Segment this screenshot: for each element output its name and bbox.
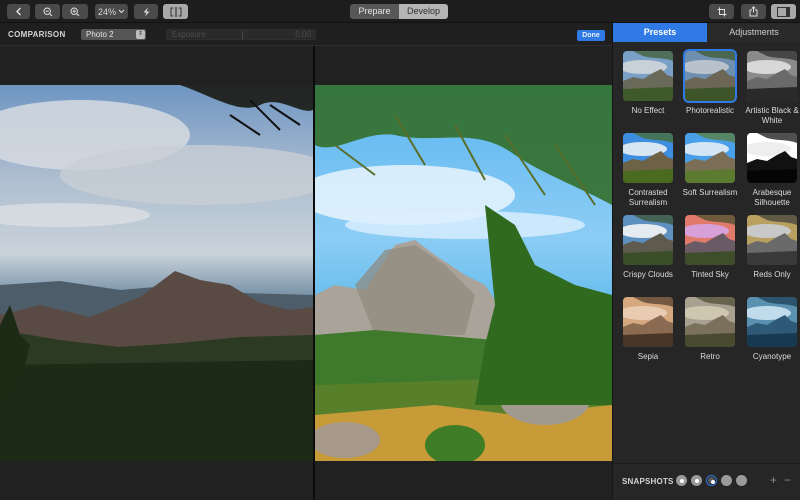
preset-label: Reds Only <box>753 270 791 279</box>
snapshot-1[interactable] <box>676 475 687 486</box>
slider-center-tick <box>242 31 243 39</box>
zoom-out-button[interactable] <box>35 4 60 19</box>
image-canvas <box>0 46 612 500</box>
preset-thumbnail <box>747 297 797 347</box>
preset-soft-surrealism[interactable]: Soft Surrealism <box>679 131 741 198</box>
snapshot-5[interactable] <box>736 475 747 486</box>
zoom-in-icon <box>70 6 80 16</box>
preset-label: Tinted Sky <box>691 270 729 279</box>
preset-arabesque-silhouette[interactable]: Arabesque Silhouette <box>741 131 800 208</box>
tab-prepare[interactable]: Prepare <box>350 4 399 19</box>
snapshot-3[interactable] <box>706 475 717 486</box>
share-button[interactable] <box>741 4 766 19</box>
add-snapshot-button[interactable]: + <box>770 473 777 487</box>
preset-thumbnail <box>623 297 673 347</box>
zoom-level: 24% <box>97 6 116 17</box>
preset-thumbnail-frame <box>621 49 675 103</box>
zoom-in-button[interactable] <box>62 4 88 19</box>
preset-contrasted-surrealism[interactable]: Contrasted Surrealism <box>617 131 679 208</box>
tab-adjustments[interactable]: Adjustments <box>707 23 800 42</box>
split-view-icon <box>170 6 181 17</box>
share-icon <box>749 6 758 17</box>
preset-thumbnail <box>623 51 673 101</box>
toggle-sidebar-button[interactable] <box>771 4 796 19</box>
preset-cyanotype[interactable]: Cyanotype <box>741 295 800 362</box>
preset-reds-only[interactable]: Reds Only <box>741 213 800 280</box>
remove-snapshot-button[interactable]: − <box>784 473 791 487</box>
chevron-down-icon <box>118 9 125 14</box>
photo-editor-window: 24% Prepare Develop COMPARISON Photo 2 ⇕ <box>0 0 800 500</box>
sidebar-icon <box>777 6 790 17</box>
preset-no-effect[interactable]: No Effect <box>617 49 679 116</box>
comparison-bar: COMPARISON Photo 2 ⇕ Exposure 0,00 <box>0 23 612 46</box>
preset-label: Sepia <box>637 352 659 361</box>
preset-sepia[interactable]: Sepia <box>617 295 679 362</box>
exposure-label: Exposure <box>172 30 206 39</box>
chevron-left-icon <box>15 7 21 16</box>
compare-view-button[interactable] <box>163 4 188 19</box>
preset-thumbnail <box>685 215 735 265</box>
preset-label: Crispy Clouds <box>623 270 673 279</box>
preset-label: Artistic Black & White <box>745 106 799 125</box>
preset-thumbnail <box>685 51 735 101</box>
preset-label: Soft Surrealism <box>682 188 738 197</box>
preset-thumbnail-frame <box>621 213 675 267</box>
tab-presets[interactable]: Presets <box>613 23 707 42</box>
lightning-icon <box>143 7 149 16</box>
preset-thumbnail <box>685 133 735 183</box>
preset-thumbnail-frame <box>745 131 799 185</box>
photo-select[interactable]: Photo 2 ⇕ <box>81 29 146 40</box>
preset-thumbnail-frame <box>745 295 799 349</box>
panel-tabs: Presets Adjustments <box>613 23 800 42</box>
crop-button[interactable] <box>709 4 734 19</box>
done-button[interactable]: Done <box>577 30 605 41</box>
preset-thumbnail-frame <box>683 295 737 349</box>
preset-thumbnail-frame <box>683 131 737 185</box>
back-button[interactable] <box>7 4 30 19</box>
preset-thumbnail-frame <box>621 131 675 185</box>
zoom-level-dropdown[interactable]: 24% <box>95 4 128 19</box>
preset-label: Cyanotype <box>752 352 792 361</box>
preset-thumbnail <box>623 215 673 265</box>
preset-thumbnail-frame <box>745 213 799 267</box>
snapshot-4[interactable] <box>721 475 732 486</box>
preset-retro[interactable]: Retro <box>679 295 741 362</box>
exposure-slider[interactable]: Exposure 0,00 <box>166 29 316 40</box>
original-photo <box>0 85 313 461</box>
preset-label: Contrasted Surrealism <box>628 188 668 207</box>
snapshot-2[interactable] <box>691 475 702 486</box>
mode-switcher: Prepare Develop <box>350 4 448 19</box>
presets-panel: Presets Adjustments No Effect Photorealis… <box>612 23 800 500</box>
exposure-value: 0,00 <box>295 30 311 39</box>
preset-thumbnail-frame <box>683 213 737 267</box>
snapshots-label: SNAPSHOTS <box>622 477 674 486</box>
tab-develop[interactable]: Develop <box>399 4 448 19</box>
preset-thumbnail-frame <box>745 49 799 103</box>
preset-tinted-sky[interactable]: Tinted Sky <box>679 213 741 280</box>
preset-thumbnail <box>747 133 797 183</box>
preset-thumbnail <box>623 133 673 183</box>
preset-photorealistic[interactable]: Photorealistic <box>679 49 741 116</box>
preset-thumbnail-frame <box>683 49 737 103</box>
crop-icon <box>717 7 726 16</box>
preset-label: Arabesque Silhouette <box>752 188 792 207</box>
updown-chevron-icon: ⇕ <box>136 30 145 39</box>
preset-label: No Effect <box>631 106 665 115</box>
edited-photo <box>315 85 612 461</box>
preset-thumbnail <box>685 297 735 347</box>
preset-thumbnail <box>747 215 797 265</box>
preset-label: Retro <box>700 352 720 361</box>
zoom-out-icon <box>42 6 52 16</box>
snapshots-bar: SNAPSHOTS + − <box>613 463 800 500</box>
top-toolbar: 24% Prepare Develop <box>0 0 800 23</box>
preset-label: Photorealistic <box>685 106 735 115</box>
preset-artistic-black-white[interactable]: Artistic Black & White <box>741 49 800 126</box>
comparison-label: COMPARISON <box>8 30 66 39</box>
preset-thumbnail <box>747 51 797 101</box>
preset-thumbnail-frame <box>621 295 675 349</box>
photo-select-value: Photo 2 <box>86 30 114 39</box>
preset-crispy-clouds[interactable]: Crispy Clouds <box>617 213 679 280</box>
auto-enhance-button[interactable] <box>134 4 158 19</box>
